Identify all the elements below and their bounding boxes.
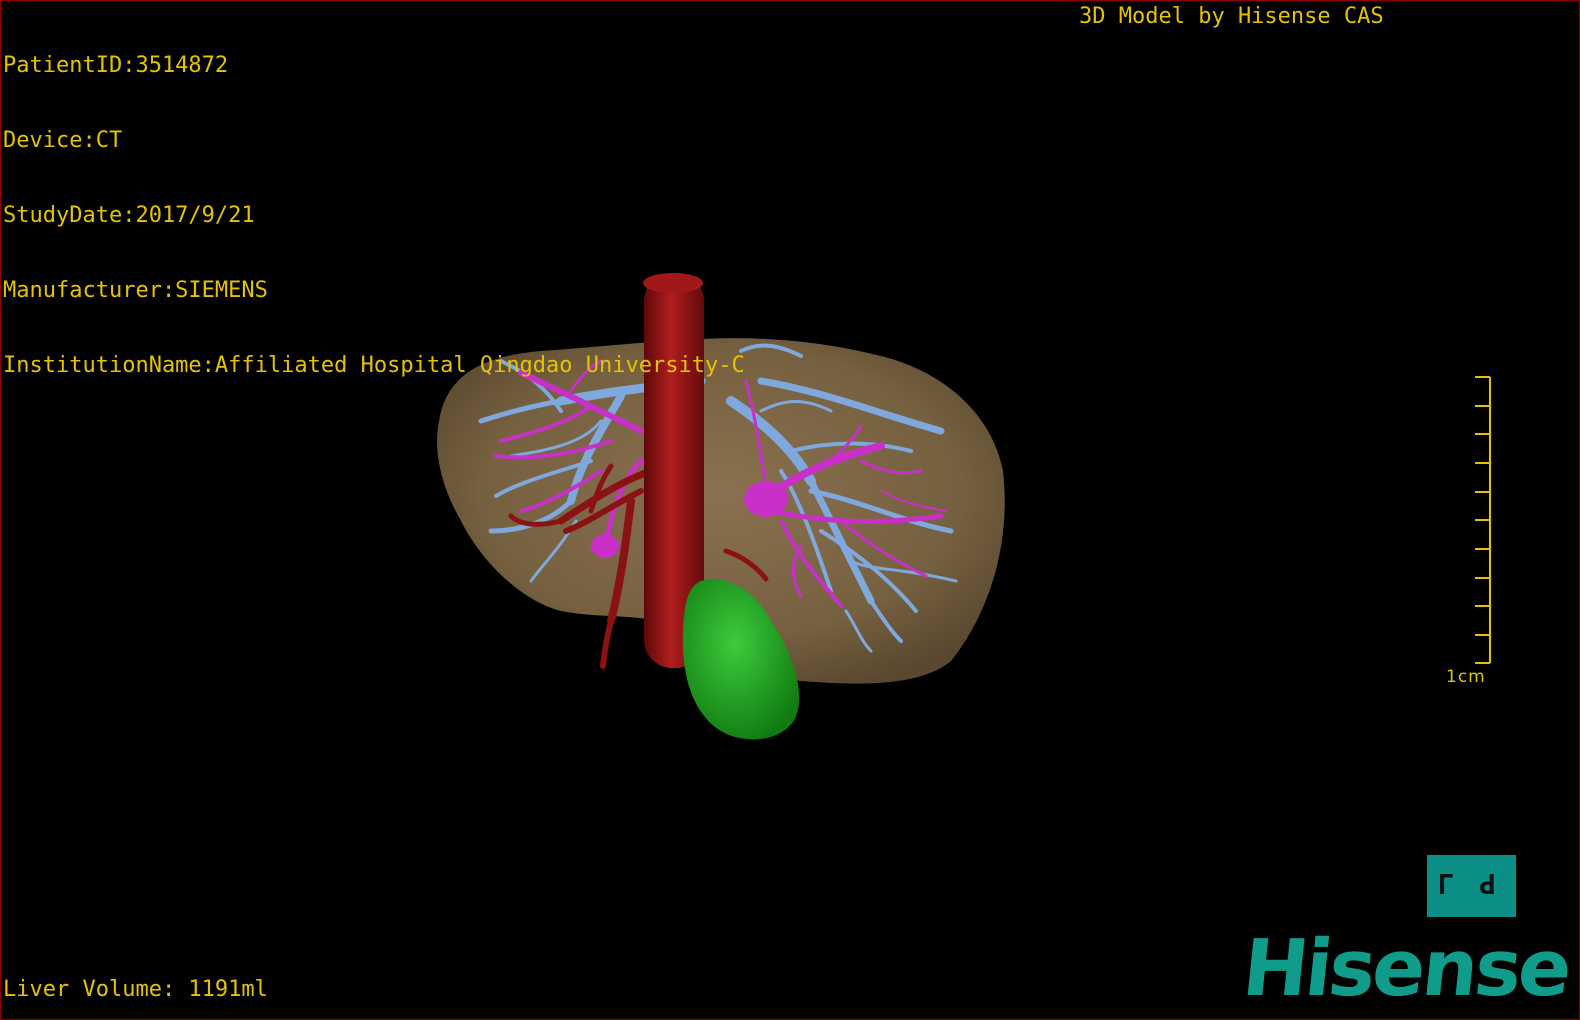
orientation-cube[interactable]: L P (1427, 855, 1516, 917)
scale-bar (1475, 376, 1491, 664)
orientation-left-glyph: L (1437, 867, 1454, 900)
scale-bar-label: 1cm (1446, 667, 1486, 687)
patient-id-text: PatientID:3514872 (3, 53, 229, 78)
liver-volume-text: Liver Volume: 1191ml (3, 977, 268, 1002)
hisense-logo: Hisense (1238, 924, 1574, 1014)
study-date-text: StudyDate:2017/9/21 (3, 203, 255, 228)
model-credit-text: 3D Model by Hisense CAS (1079, 4, 1384, 29)
device-text: Device:CT (3, 128, 123, 153)
dicom-info-overlay: PatientID:3514872 Device:CT StudyDate:20… (3, 3, 745, 428)
manufacturer-text: Manufacturer:SIEMENS (3, 278, 268, 303)
orientation-right-glyph: P (1479, 867, 1496, 900)
institution-text: InstitutionName:Affiliated Hospital Qing… (3, 353, 745, 378)
render-viewport[interactable]: PatientID:3514872 Device:CT StudyDate:20… (0, 0, 1580, 1020)
